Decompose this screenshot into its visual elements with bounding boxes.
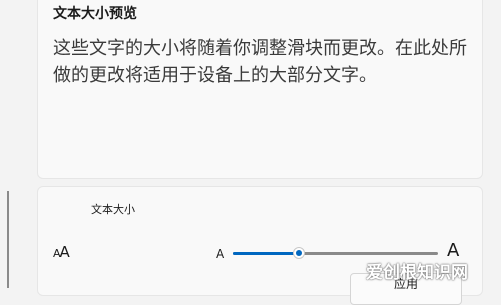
text-size-label: 文本大小	[91, 203, 135, 216]
preview-sample-text: 这些文字的大小将随着你调整滑块而更改。在此处所做的更改将适用于设备上的大部分文字…	[53, 38, 467, 86]
text-size-preview-card: 文本大小预览 这些文字的大小将随着你调整滑块而更改。在此处所做的更改将适用于设备…	[37, 0, 483, 179]
slider-thumb-center	[296, 250, 302, 256]
preview-title: 文本大小预览	[53, 6, 137, 22]
nav-divider	[7, 191, 9, 288]
watermark-text: 爱创根知识网	[366, 263, 468, 283]
slider-fill	[233, 252, 299, 255]
slider-thumb[interactable]	[293, 247, 305, 259]
slider-min-label: A	[216, 247, 225, 261]
text-size-icon: AA	[53, 243, 70, 261]
